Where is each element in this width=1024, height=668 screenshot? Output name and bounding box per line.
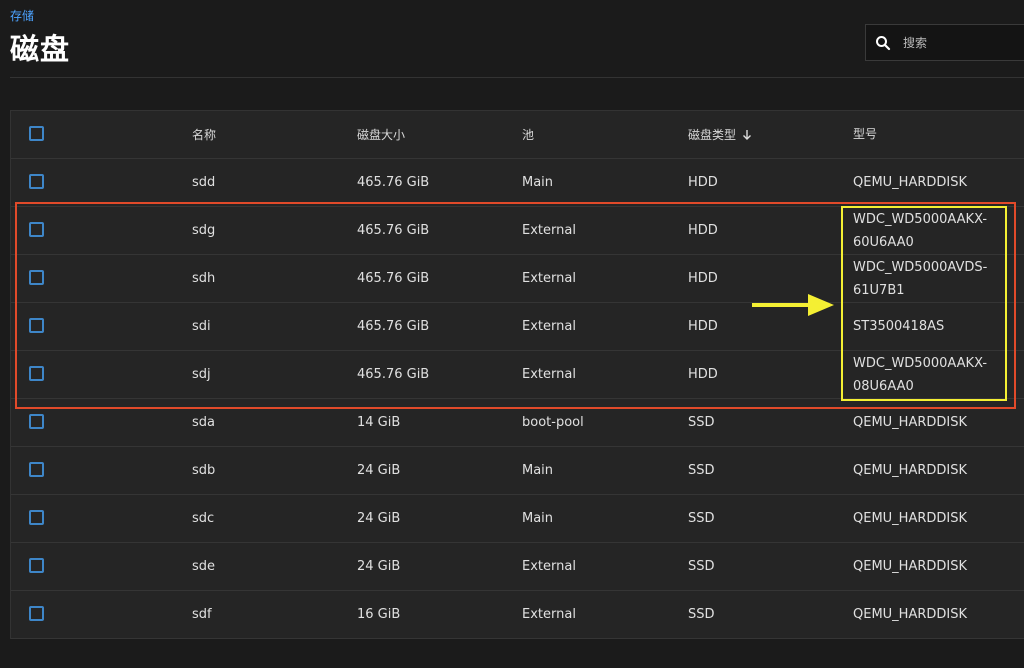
disk-model: WDC_WD5000AAKX- 08U6AA0 [853, 355, 988, 394]
disk-pool: External [522, 607, 576, 622]
disk-pool: External [522, 319, 576, 334]
disk-pool: Main [522, 175, 554, 190]
table-header-row: 名称 磁盘大小 池 磁盘类型 型号 [11, 111, 1024, 159]
table-row[interactable]: sdc 24 GiB Main SSD QEMU_HARDDISK [11, 495, 1024, 543]
disk-pool: boot-pool [522, 415, 584, 430]
disk-pool: External [522, 223, 576, 238]
disk-model: QEMU_HARDDISK [853, 415, 968, 430]
disk-model: QEMU_HARDDISK [853, 559, 968, 574]
disk-model: ST3500418AS [853, 319, 945, 334]
disk-name: sdc [192, 511, 215, 526]
table-row[interactable]: sde 24 GiB External SSD QEMU_HARDDISK [11, 543, 1024, 591]
column-header-type-label: 磁盘类型 [688, 128, 737, 142]
disk-size: 14 GiB [357, 415, 401, 430]
disk-pool: Main [522, 463, 554, 478]
disk-model: WDC_WD5000AVDS- 61U7B1 [853, 259, 988, 298]
row-checkbox[interactable] [29, 366, 44, 381]
row-checkbox[interactable] [29, 174, 44, 189]
page-title: 磁盘 [10, 32, 71, 66]
column-header-size[interactable]: 磁盘大小 [357, 126, 405, 143]
column-header-type[interactable]: 磁盘类型 [688, 126, 752, 143]
disk-size: 465.76 GiB [357, 223, 430, 238]
disk-pool: Main [522, 511, 554, 526]
disk-size: 24 GiB [357, 463, 401, 478]
row-checkbox[interactable] [29, 510, 44, 525]
disk-size: 465.76 GiB [357, 319, 430, 334]
disk-name: sda [192, 415, 215, 430]
disk-pool: External [522, 559, 576, 574]
disk-model: QEMU_HARDDISK [853, 463, 968, 478]
column-header-pool[interactable]: 池 [522, 126, 534, 143]
disk-type: SSD [688, 415, 715, 430]
disks-table: 名称 磁盘大小 池 磁盘类型 型号 sdd 465.76 GiB Main HDD QE… [10, 110, 1024, 639]
table-row[interactable]: sdi 465.76 GiB External HDD ST3500418AS [11, 303, 1024, 351]
table-row[interactable]: sdf 16 GiB External SSD QEMU_HARDDISK [11, 591, 1024, 639]
disk-size: 24 GiB [357, 559, 401, 574]
disk-type: HDD [688, 319, 718, 334]
disk-model: QEMU_HARDDISK [853, 607, 968, 622]
table-row[interactable]: sdb 24 GiB Main SSD QEMU_HARDDISK [11, 447, 1024, 495]
row-checkbox[interactable] [29, 270, 44, 285]
table-row[interactable]: sdd 465.76 GiB Main HDD QEMU_HARDDISK [11, 159, 1024, 207]
disk-name: sdj [192, 367, 211, 382]
disk-type: HDD [688, 175, 718, 190]
disk-size: 16 GiB [357, 607, 401, 622]
disk-name: sdf [192, 607, 212, 622]
row-checkbox[interactable] [29, 414, 44, 429]
row-checkbox[interactable] [29, 606, 44, 621]
disk-model: WDC_WD5000AAKX- 60U6AA0 [853, 211, 988, 250]
disk-size: 465.76 GiB [357, 175, 430, 190]
disk-type: SSD [688, 511, 715, 526]
select-all-checkbox[interactable] [29, 126, 44, 141]
column-header-model[interactable]: 型号 [853, 123, 877, 146]
disk-name: sdh [192, 271, 216, 286]
disk-pool: External [522, 271, 576, 286]
disk-type: HDD [688, 223, 718, 238]
row-checkbox[interactable] [29, 222, 44, 237]
table-row[interactable]: sda 14 GiB boot-pool SSD QEMU_HARDDISK [11, 399, 1024, 447]
column-header-name[interactable]: 名称 [192, 126, 216, 143]
table-row[interactable]: sdj 465.76 GiB External HDD WDC_WD5000AAKX- … [11, 351, 1024, 399]
search-icon [875, 35, 891, 51]
disk-name: sde [192, 559, 216, 574]
disk-size: 465.76 GiB [357, 367, 430, 382]
row-checkbox[interactable] [29, 462, 44, 477]
disk-model: QEMU_HARDDISK [853, 511, 968, 526]
disk-model: QEMU_HARDDISK [853, 175, 968, 190]
disk-size: 465.76 GiB [357, 271, 430, 286]
disk-name: sdb [192, 463, 216, 478]
disk-pool: External [522, 367, 576, 382]
breadcrumb[interactable]: 存储 [10, 7, 34, 24]
search-box[interactable] [865, 24, 1024, 61]
header-divider [10, 77, 1024, 78]
search-input[interactable] [901, 34, 1024, 51]
disk-name: sdd [192, 175, 216, 190]
row-checkbox[interactable] [29, 558, 44, 573]
disk-name: sdg [192, 223, 216, 238]
disk-type: SSD [688, 559, 715, 574]
disk-type: SSD [688, 607, 715, 622]
disk-type: SSD [688, 463, 715, 478]
disk-name: sdi [192, 319, 211, 334]
disk-size: 24 GiB [357, 511, 401, 526]
disk-type: HDD [688, 367, 718, 382]
row-checkbox[interactable] [29, 318, 44, 333]
table-row[interactable]: sdg 465.76 GiB External HDD WDC_WD5000AAKX- … [11, 207, 1024, 255]
arrow-down-icon [742, 129, 752, 143]
arrow-right-icon [752, 294, 834, 316]
disk-type: HDD [688, 271, 718, 286]
table-row[interactable]: sdh 465.76 GiB External HDD WDC_WD5000AVDS- … [11, 255, 1024, 303]
